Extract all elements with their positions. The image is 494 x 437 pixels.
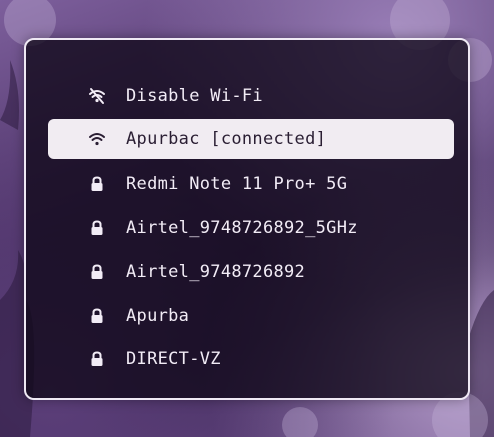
menu-item-label: Redmi Note 11 Pro+ 5G	[126, 174, 348, 194]
menu-item-direct-vz[interactable]: DIRECT-VZ	[48, 339, 454, 379]
wifi-icon	[88, 130, 106, 148]
lock-icon	[88, 263, 106, 281]
lock-icon	[88, 175, 106, 193]
menu-item-label: Disable Wi-Fi	[126, 86, 263, 106]
menu-item-apurbac[interactable]: Apurbac [connected]	[48, 119, 454, 159]
menu-item-label: Airtel_9748726892_5GHz	[126, 218, 358, 238]
wifi-off-icon	[88, 87, 106, 105]
lock-icon	[88, 219, 106, 237]
menu-item-redmi-note[interactable]: Redmi Note 11 Pro+ 5G	[48, 164, 454, 204]
menu-item-label: Airtel_9748726892	[126, 262, 306, 282]
wifi-menu: Disable Wi-Fi Apurbac [connected] Redmi …	[24, 38, 470, 400]
menu-item-airtel-5ghz[interactable]: Airtel_9748726892_5GHz	[48, 208, 454, 248]
menu-item-label: Apurba	[126, 306, 190, 326]
menu-item-label: DIRECT-VZ	[126, 349, 221, 369]
lock-icon	[88, 350, 106, 368]
menu-item-apurba[interactable]: Apurba	[48, 296, 454, 336]
menu-item-disable-wifi[interactable]: Disable Wi-Fi	[48, 76, 454, 116]
menu-item-airtel[interactable]: Airtel_9748726892	[48, 252, 454, 292]
lock-icon	[88, 307, 106, 325]
menu-item-label: Apurbac [connected]	[126, 129, 327, 149]
